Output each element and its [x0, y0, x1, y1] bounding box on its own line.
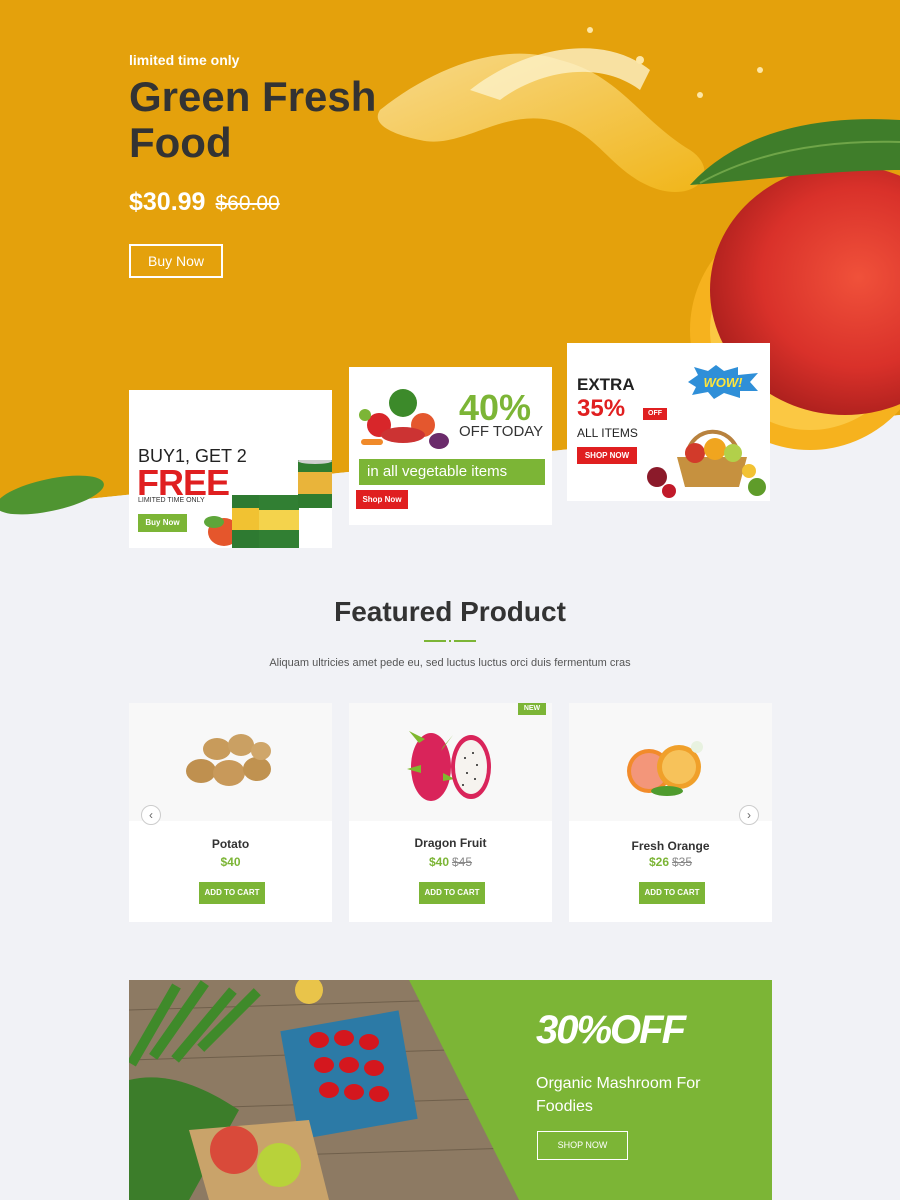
- promo-banner-40-off[interactable]: 40% OFF TODAY in all vegetable items Sho…: [349, 367, 552, 525]
- product-name: Potato: [211, 837, 250, 851]
- hero-prices: $30.99 $60.00: [129, 188, 429, 217]
- product-old-price: $45: [452, 855, 473, 869]
- discount-banner[interactable]: 30%OFF Organic Mashroom For Foodies SHOP…: [129, 980, 772, 1200]
- promo-banner-buy1-get2[interactable]: BUY1, GET 2 FREE LIMITED TIME ONLY Buy N…: [129, 390, 332, 548]
- product-price: $40 $45: [349, 855, 552, 869]
- product-image: [569, 703, 772, 821]
- potato-image: [186, 734, 271, 786]
- add-to-cart-button[interactable]: ADD TO CART: [199, 882, 265, 904]
- canned-food-image: [204, 460, 332, 548]
- orange-image: [627, 741, 703, 796]
- hero-text-block: limited time only Green Fresh Food $30.9…: [129, 52, 429, 217]
- product-name: Dragon Fruit: [414, 836, 487, 850]
- vegetables-image: [359, 389, 449, 449]
- product-current-price: $26: [648, 855, 669, 869]
- featured-title: Featured Product: [334, 596, 566, 627]
- product-image: [349, 703, 552, 821]
- hero-price: $30.99: [129, 188, 206, 216]
- new-badge: NEW: [518, 703, 546, 715]
- banner-shop-now-button[interactable]: SHOP NOW: [537, 1131, 628, 1160]
- product-price: $26 $35: [569, 855, 772, 869]
- product-current-price: $40: [220, 855, 241, 869]
- chevron-left-icon[interactable]: ‹: [141, 805, 161, 825]
- hero-kicker: limited time only: [129, 52, 240, 68]
- promo3-all-items: ALL ITEMS: [577, 426, 638, 440]
- promo2-off-today: OFF TODAY: [459, 423, 544, 440]
- add-to-cart-button[interactable]: ADD TO CART: [639, 882, 705, 904]
- product-image: [129, 703, 332, 821]
- wow-burst-text: WOW!: [704, 375, 744, 390]
- promo3-percent: 35%: [577, 395, 626, 422]
- banner-text: Organic Mashroom For Foodies: [536, 1075, 701, 1115]
- promo-banner-extra-35[interactable]: EXTRA 35% OFF ALL ITEMS SHOP NOW WOW!: [567, 343, 770, 501]
- chevron-right-icon[interactable]: ›: [739, 805, 759, 825]
- hero-title: Green Fresh Food: [129, 73, 377, 166]
- wow-burst-icon: WOW!: [688, 365, 758, 399]
- featured-subtitle: Aliquam ultricies amet pede eu, sed luct…: [269, 657, 631, 669]
- dragon-fruit-image: [407, 731, 491, 801]
- hero-old-price: $60.00: [215, 192, 280, 215]
- product-card[interactable]: NEW Dragon Fruit $40 $45 ADD TO CART: [349, 703, 552, 922]
- buy-now-button[interactable]: Buy Now: [129, 244, 223, 278]
- promo1-note: LIMITED TIME ONLY: [138, 497, 205, 504]
- product-old-price: $35: [672, 855, 693, 869]
- promo2-tagline: in all vegetable items: [359, 459, 545, 485]
- promo2-shop-now-button[interactable]: Shop Now: [356, 490, 408, 509]
- title-separator: [424, 640, 476, 642]
- promo3-shop-now-button[interactable]: SHOP NOW: [577, 447, 637, 464]
- product-current-price: $40: [428, 855, 449, 869]
- product-price: $40: [129, 855, 332, 869]
- banner-headline: 30%OFF: [536, 1008, 686, 1052]
- promo1-buy-now-button[interactable]: Buy Now: [138, 514, 187, 532]
- add-to-cart-button[interactable]: ADD TO CART: [419, 882, 485, 904]
- fruit-basket-image: [647, 429, 766, 498]
- product-name: Fresh Orange: [631, 839, 710, 853]
- promo3-extra: EXTRA: [577, 375, 635, 394]
